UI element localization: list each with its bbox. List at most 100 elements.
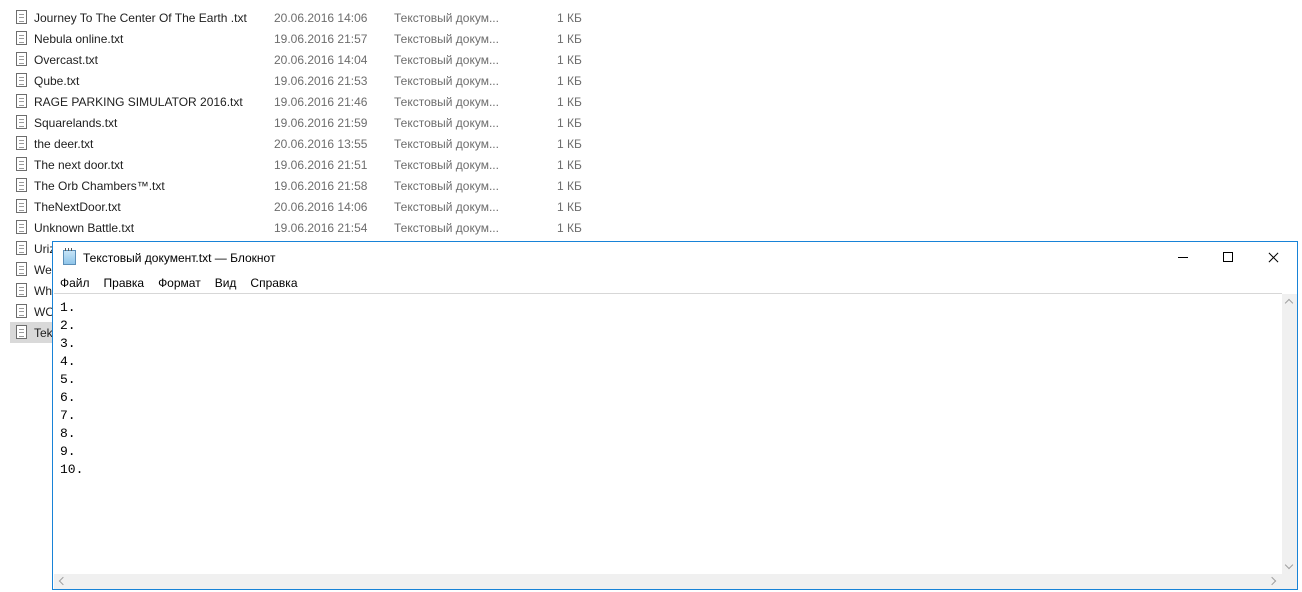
- menu-bar: Файл Правка Формат Вид Справка: [53, 273, 1297, 293]
- file-name: Squarelands.txt: [34, 115, 118, 130]
- text-file-icon: [16, 73, 27, 87]
- text-file-icon: [16, 262, 27, 276]
- file-size: 1 КБ: [557, 73, 582, 88]
- file-type: Текстовый докум...: [394, 73, 499, 88]
- vertical-scrollbar[interactable]: [1282, 294, 1297, 575]
- file-row[interactable]: Qube.txt 19.06.2016 21:53 Текстовый доку…: [10, 70, 590, 91]
- file-name: the deer.txt: [34, 136, 94, 151]
- file-row[interactable]: The next door.txt 19.06.2016 21:51 Текст…: [10, 154, 590, 175]
- file-size: 1 КБ: [557, 31, 582, 46]
- text-file-icon: [16, 31, 27, 45]
- menu-edit[interactable]: Правка: [97, 273, 152, 293]
- text-file-icon: [16, 199, 27, 213]
- file-row[interactable]: the deer.txt 20.06.2016 13:55 Текстовый …: [10, 133, 590, 154]
- text-line: 3.: [60, 336, 76, 351]
- text-file-icon: [16, 157, 27, 171]
- file-row[interactable]: Squarelands.txt 19.06.2016 21:59 Текстов…: [10, 112, 590, 133]
- file-name: Tek: [34, 325, 53, 340]
- file-size: 1 КБ: [557, 157, 582, 172]
- file-type: Текстовый докум...: [394, 157, 499, 172]
- window-title: Текстовый документ.txt — Блокнот: [83, 251, 276, 265]
- file-name: TheNextDoor.txt: [34, 199, 121, 214]
- text-file-icon: [16, 94, 27, 108]
- editor-content: 1. 2. 3. 4. 5. 6. 7. 8. 9. 10.: [60, 299, 83, 479]
- file-name: Nebula online.txt: [34, 31, 124, 46]
- file-size: 1 КБ: [557, 10, 582, 25]
- file-date: 19.06.2016 21:46: [274, 94, 368, 109]
- file-date: 19.06.2016 21:57: [274, 31, 368, 46]
- file-date: 19.06.2016 21:59: [274, 115, 368, 130]
- maximize-button[interactable]: [1206, 242, 1251, 273]
- file-row[interactable]: Journey To The Center Of The Earth .txt …: [10, 7, 590, 28]
- text-line: 1.: [60, 300, 76, 315]
- file-date: 20.06.2016 14:06: [274, 10, 368, 25]
- file-name: Wh: [34, 283, 52, 298]
- file-type: Текстовый докум...: [394, 52, 499, 67]
- file-name: Overcast.txt: [34, 52, 99, 67]
- minimize-button[interactable]: [1160, 242, 1205, 273]
- file-row[interactable]: RAGE PARKING SIMULATOR 2016.txt 19.06.20…: [10, 91, 590, 112]
- text-file-icon: [16, 52, 27, 66]
- text-line: 2.: [60, 318, 76, 333]
- file-type: Текстовый докум...: [394, 220, 499, 235]
- text-file-icon: [16, 283, 27, 297]
- file-size: 1 КБ: [557, 115, 582, 130]
- file-date: 19.06.2016 21:53: [274, 73, 368, 88]
- file-size: 1 КБ: [557, 136, 582, 151]
- scroll-down-arrow-icon[interactable]: [1282, 560, 1297, 575]
- file-size: 1 КБ: [557, 94, 582, 109]
- file-size: 1 КБ: [557, 220, 582, 235]
- text-line: 8.: [60, 426, 76, 441]
- file-row[interactable]: TheNextDoor.txt 20.06.2016 14:06 Текстов…: [10, 196, 590, 217]
- text-file-icon: [16, 10, 27, 24]
- file-date: 19.06.2016 21:54: [274, 220, 368, 235]
- text-file-icon: [16, 220, 27, 234]
- file-name: Journey To The Center Of The Earth .txt: [34, 10, 247, 25]
- menu-help[interactable]: Справка: [243, 273, 304, 293]
- scrollbar-corner: [1282, 574, 1297, 589]
- file-size: 1 КБ: [557, 178, 582, 193]
- file-row[interactable]: The Orb Chambers™.txt 19.06.2016 21:58 Т…: [10, 175, 590, 196]
- text-file-icon: [16, 136, 27, 150]
- text-line: 4.: [60, 354, 76, 369]
- text-file-icon: [16, 325, 27, 339]
- file-date: 20.06.2016 14:04: [274, 52, 368, 67]
- file-size: 1 КБ: [557, 52, 582, 67]
- menu-format[interactable]: Формат: [151, 273, 208, 293]
- file-date: 19.06.2016 21:58: [274, 178, 368, 193]
- file-type: Текстовый докум...: [394, 94, 499, 109]
- text-line: 10.: [60, 462, 84, 477]
- scroll-right-arrow-icon[interactable]: [1267, 574, 1282, 589]
- scroll-up-arrow-icon[interactable]: [1282, 294, 1297, 309]
- file-size: 1 КБ: [557, 199, 582, 214]
- menu-view[interactable]: Вид: [208, 273, 244, 293]
- file-type: Текстовый докум...: [394, 10, 499, 25]
- file-date: 20.06.2016 14:06: [274, 199, 368, 214]
- file-name: The next door.txt: [34, 157, 124, 172]
- text-line: 7.: [60, 408, 76, 423]
- notepad-icon: [63, 248, 76, 265]
- file-type: Текстовый докум...: [394, 31, 499, 46]
- text-file-icon: [16, 178, 27, 192]
- file-type: Текстовый докум...: [394, 178, 499, 193]
- file-name: The Orb Chambers™.txt: [34, 178, 165, 193]
- text-file-icon: [16, 304, 27, 318]
- close-button[interactable]: [1251, 242, 1296, 273]
- title-bar[interactable]: Текстовый документ.txt — Блокнот: [53, 242, 1297, 273]
- notepad-window: Текстовый документ.txt — Блокнот Файл Пр…: [52, 241, 1298, 590]
- horizontal-scrollbar[interactable]: [54, 574, 1282, 589]
- file-name: Qube.txt: [34, 73, 80, 88]
- text-editor[interactable]: 1. 2. 3. 4. 5. 6. 7. 8. 9. 10.: [54, 293, 1282, 575]
- menu-file[interactable]: Файл: [53, 273, 97, 293]
- file-row[interactable]: Nebula online.txt 19.06.2016 21:57 Текст…: [10, 28, 590, 49]
- file-name: RAGE PARKING SIMULATOR 2016.txt: [34, 94, 243, 109]
- file-type: Текстовый докум...: [394, 115, 499, 130]
- file-name: We: [34, 262, 52, 277]
- file-date: 20.06.2016 13:55: [274, 136, 368, 151]
- text-line: 6.: [60, 390, 76, 405]
- scroll-left-arrow-icon[interactable]: [54, 574, 69, 589]
- file-row[interactable]: Overcast.txt 20.06.2016 14:04 Текстовый …: [10, 49, 590, 70]
- file-type: Текстовый докум...: [394, 199, 499, 214]
- text-file-icon: [16, 115, 27, 129]
- file-row[interactable]: Unknown Battle.txt 19.06.2016 21:54 Текс…: [10, 217, 590, 238]
